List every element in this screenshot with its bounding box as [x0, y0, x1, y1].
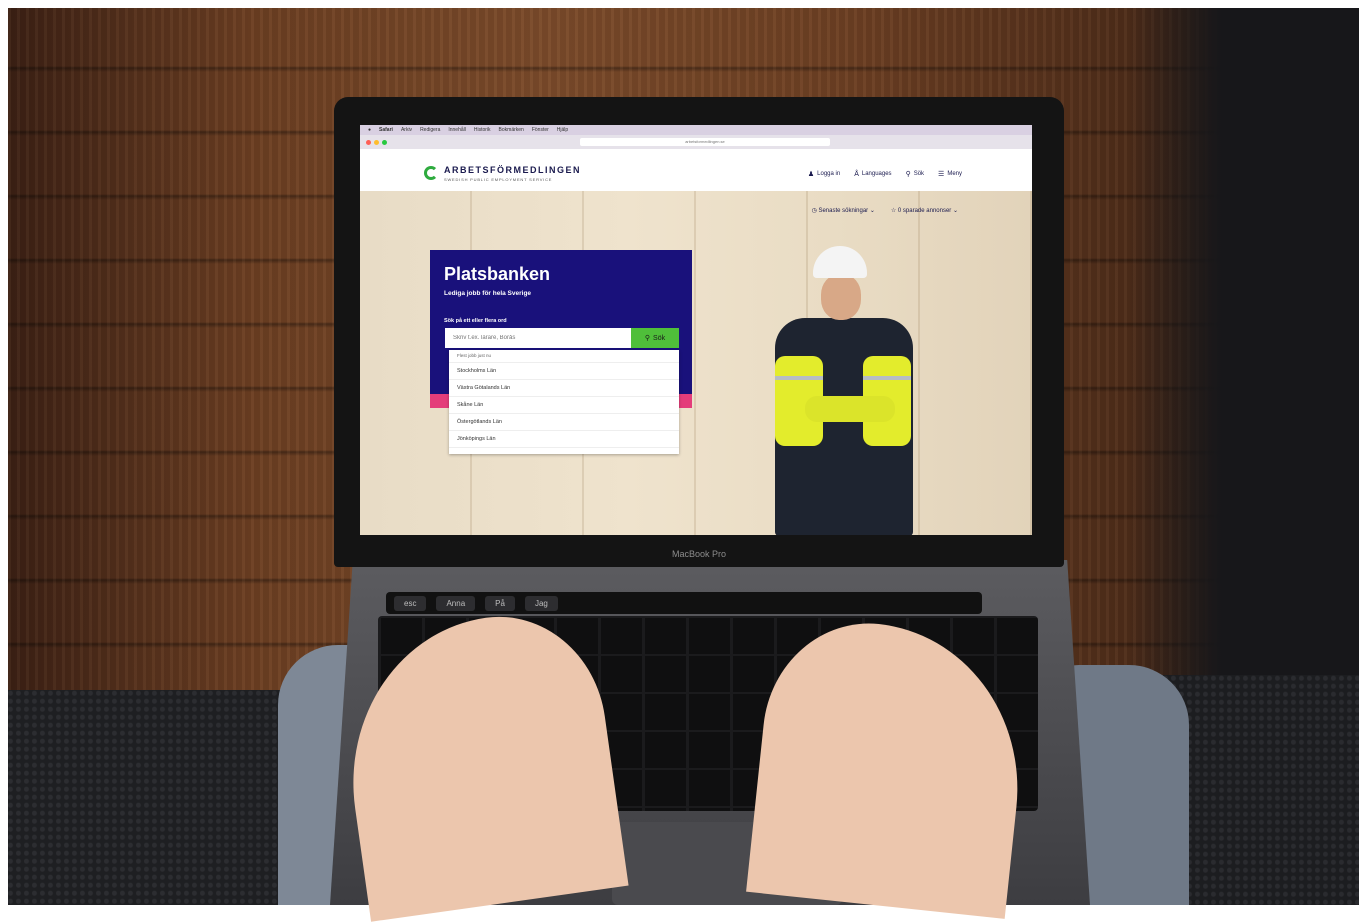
languages-link[interactable]: Å Languages — [854, 170, 891, 178]
laptop-screen: ● Safari Arkiv Redigera Innehåll Histori… — [360, 125, 1032, 535]
reflective-stripe — [863, 376, 911, 380]
languages-label: Languages — [861, 171, 892, 177]
login-link[interactable]: ♟ Logga in — [808, 170, 840, 178]
user-icon: ♟ — [807, 171, 815, 178]
menubar-app[interactable]: Safari — [379, 127, 393, 133]
search-button-label: Sök — [653, 334, 666, 342]
browser-toolbar: arbetsformedlingen.se — [360, 135, 1032, 149]
sub-nav: ◷ Senaste sökningar ⌄ ☆ 0 sparade annons… — [812, 207, 958, 214]
dropdown-item[interactable]: Stockholms Län — [449, 363, 679, 380]
hamburger-icon: ☰ — [938, 171, 945, 178]
dropdown-item[interactable]: Västra Götalands Län — [449, 380, 679, 397]
construction-worker-image — [765, 246, 915, 535]
url-bar[interactable]: arbetsformedlingen.se — [580, 138, 830, 146]
search-dropdown: Flest jobb just nu Stockholms Län Västra… — [449, 350, 679, 454]
menu-button[interactable]: ☰ Meny — [938, 170, 962, 178]
dropdown-item[interactable]: Östergötlands Län — [449, 414, 679, 431]
face — [821, 274, 861, 320]
logo-name[interactable]: ARBETSFÖRMEDLINGEN — [444, 165, 581, 175]
search-button[interactable]: ⚲ Sök — [631, 328, 679, 348]
zoom-window-icon[interactable] — [382, 139, 387, 145]
menubar-item[interactable]: Bokmärken — [499, 127, 524, 133]
recent-searches-link[interactable]: ◷ Senaste sökningar ⌄ — [812, 207, 875, 214]
touchbar-suggestion[interactable]: På — [485, 595, 515, 611]
search-icon: ⚲ — [905, 171, 911, 178]
site-header: ARBETSFÖRMEDLINGEN SWEDISH PUBLIC EMPLOY… — [360, 149, 1032, 191]
menubar-item[interactable]: Arkiv — [401, 127, 412, 133]
dropdown-item[interactable]: Jönköpings Län — [449, 431, 679, 448]
minimize-window-icon[interactable] — [374, 139, 379, 145]
translate-icon: Å — [854, 170, 859, 178]
logo-icon[interactable] — [424, 166, 438, 180]
dropdown-item[interactable]: Skåne Län — [449, 397, 679, 414]
menubar-item[interactable]: Fönster — [532, 127, 549, 133]
recent-searches-label: Senaste sökningar — [818, 208, 869, 214]
close-window-icon[interactable] — [366, 139, 371, 145]
header-nav: ♟ Logga in Å Languages ⚲ Sök ☰ Meny — [808, 170, 962, 179]
menu-label: Meny — [947, 171, 962, 177]
saved-ads-link[interactable]: ☆ 0 sparade annonser ⌄ — [891, 207, 958, 214]
menubar-item[interactable]: Hjälp — [557, 127, 568, 133]
mac-menubar: ● Safari Arkiv Redigera Innehåll Histori… — [360, 125, 1032, 135]
crossed-arms — [805, 396, 895, 422]
esc-key[interactable]: esc — [394, 595, 427, 611]
menubar-item[interactable]: Historik — [474, 127, 491, 133]
card-title: Platsbanken — [444, 264, 551, 284]
touchbar-suggestion[interactable]: Jag — [524, 595, 558, 611]
reflective-stripe — [775, 376, 823, 380]
search-label: Sök på ett eller flera ord — [444, 318, 507, 324]
touchbar-suggestion[interactable]: Anna — [436, 595, 476, 611]
apple-icon[interactable]: ● — [368, 127, 371, 133]
search-link[interactable]: ⚲ Sök — [906, 170, 924, 178]
dark-corner — [1129, 8, 1359, 708]
dropdown-header: Flest jobb just nu — [449, 350, 679, 363]
logo-tagline: SWEDISH PUBLIC EMPLOYMENT SERVICE — [444, 177, 553, 182]
hard-hat — [813, 246, 867, 278]
search-input[interactable] — [445, 328, 631, 348]
search-icon: ⚲ — [644, 335, 651, 342]
menubar-item[interactable]: Redigera — [420, 127, 440, 133]
macbook-label: MacBook Pro — [671, 549, 727, 559]
hero-section: ◷ Senaste sökningar ⌄ ☆ 0 sparade annons… — [360, 191, 1032, 535]
card-subtitle: Lediga jobb för hela Sverige — [444, 290, 532, 297]
login-label: Logga in — [817, 171, 841, 177]
saved-ads-label: 0 sparade annonser — [897, 208, 952, 214]
search-label: Sök — [913, 171, 925, 177]
menubar-item[interactable]: Innehåll — [448, 127, 466, 133]
star-icon: ☆ — [890, 208, 898, 214]
touch-bar[interactable]: esc Anna På Jag — [386, 592, 982, 614]
